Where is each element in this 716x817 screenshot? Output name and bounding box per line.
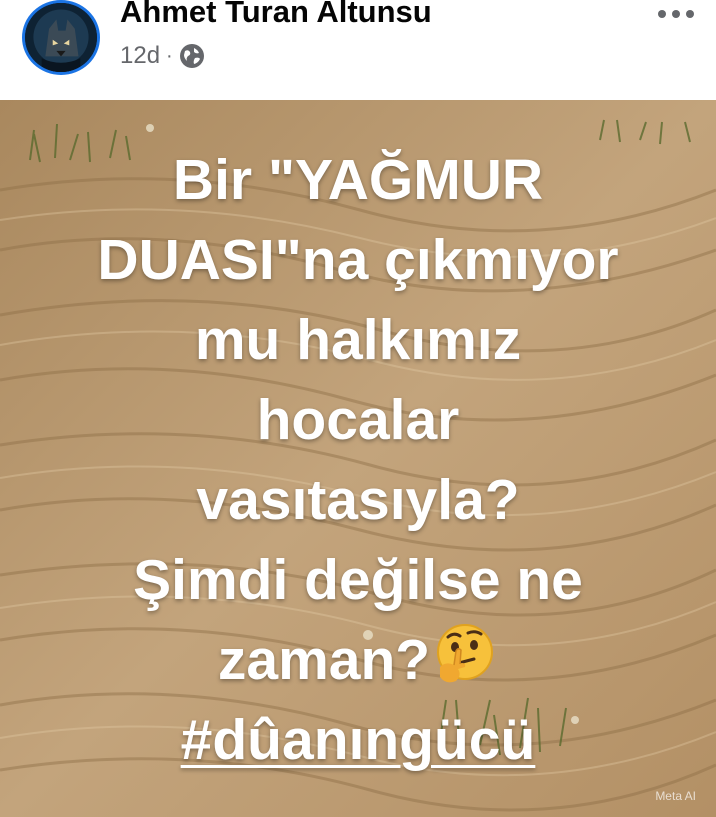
post-time[interactable]: 12d: [120, 42, 160, 70]
meta-ai-watermark: Meta AI: [655, 789, 696, 803]
caption-line: Bir "YAĞMUR: [172, 148, 544, 212]
post-meta: 12d ·: [120, 42, 205, 70]
meta-separator: ·: [166, 44, 173, 67]
more-dot: [658, 10, 666, 18]
caption-line: DUASI"na çıkmıyor: [97, 228, 619, 292]
caption-line: zaman?: [217, 628, 431, 692]
caption-line: mu halkımız: [194, 308, 522, 372]
more-dot: [686, 10, 694, 18]
author-name[interactable]: Ahmet Turan Altunsu: [120, 0, 432, 30]
more-dot: [672, 10, 680, 18]
post-image[interactable]: Bir "YAĞMUR DUASI"na çıkmıyor mu halkımı…: [0, 100, 716, 817]
caption-line: hocalar: [256, 388, 460, 452]
caption-line: Şimdi değilse ne: [133, 548, 583, 612]
caption-line-with-emoji: zaman?: [0, 620, 716, 700]
caption-line: vasıtasıyla?: [196, 468, 520, 532]
post-caption: Bir "YAĞMUR DUASI"na çıkmıyor mu halkımı…: [0, 140, 716, 780]
wolf-avatar-icon: [25, 3, 97, 72]
more-options-button[interactable]: [658, 4, 702, 24]
avatar[interactable]: [22, 0, 100, 75]
thinking-face-icon: [437, 624, 494, 683]
globe-icon[interactable]: [179, 43, 205, 69]
post-header: Ahmet Turan Altunsu 12d ·: [0, 0, 716, 100]
hashtag-link[interactable]: #dûanıngücü: [181, 708, 536, 772]
hashtag-line: #dûanıngücü: [0, 700, 716, 780]
